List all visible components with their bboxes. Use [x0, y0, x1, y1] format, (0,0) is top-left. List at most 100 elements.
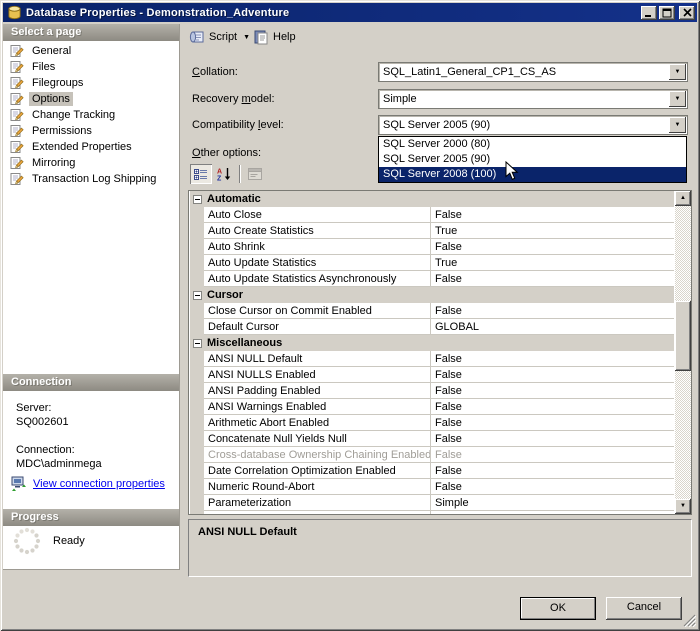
scrollbar-down-button[interactable]: ▼ [675, 499, 691, 514]
grid-row[interactable]: ANSI Padding Enabled False [190, 383, 674, 399]
grid-category-label: Miscellaneous [207, 337, 283, 349]
sidebar-item-permissions[interactable]: Permissions [3, 123, 179, 139]
sidebar-item-extended-properties[interactable]: Extended Properties [3, 139, 179, 155]
grid-property-value[interactable]: False [431, 239, 674, 255]
grid-property-value[interactable]: False [431, 479, 674, 495]
categorized-view-button[interactable] [190, 164, 212, 184]
grid-row[interactable]: Auto Create Statistics True [190, 223, 674, 239]
mouse-cursor-icon [505, 161, 519, 180]
grid-row-gutter [190, 255, 204, 271]
recovery-model-combobox[interactable]: Simple ▼ [378, 89, 688, 109]
sidebar-item-options[interactable]: Options [3, 91, 179, 107]
collapse-icon[interactable] [193, 338, 202, 348]
grid-property-value[interactable]: False [431, 303, 674, 319]
grid-property-value[interactable]: False [431, 271, 674, 287]
view-connection-properties-link[interactable]: View connection properties [33, 478, 165, 490]
grid-property-value[interactable]: False [431, 463, 674, 479]
resize-grip[interactable] [683, 614, 696, 627]
dropdown-option[interactable]: SQL Server 2000 (80) [379, 137, 686, 152]
collation-dropdown-button[interactable]: ▼ [669, 64, 686, 80]
grid-category-label: Automatic [207, 193, 261, 205]
scrollbar-up-button[interactable]: ▲ [675, 191, 691, 206]
grid-row[interactable]: Cross-database Ownership Chaining Enable… [190, 447, 674, 463]
grid-category-row[interactable]: Miscellaneous [190, 335, 674, 351]
compatibility-level-combobox[interactable]: SQL Server 2005 (90) ▼ [378, 115, 688, 135]
ok-button[interactable]: OK [520, 597, 596, 620]
collation-label: Collation: [192, 66, 238, 78]
grid-row-gutter [190, 511, 204, 514]
sidebar-item-files[interactable]: Files [3, 59, 179, 75]
minimize-button[interactable] [641, 5, 657, 20]
grid-property-value[interactable]: False [431, 383, 674, 399]
grid-row[interactable]: Auto Shrink False [190, 239, 674, 255]
grid-row[interactable]: Auto Update Statistics Asynchronously Fal… [190, 271, 674, 287]
property-pages-icon [248, 168, 262, 180]
grid-row[interactable]: Numeric Round-Abort False [190, 479, 674, 495]
grid-row-gutter [190, 479, 204, 495]
grid-row[interactable]: Date Correlation Optimization Enabled Fal… [190, 463, 674, 479]
cancel-button[interactable]: Cancel [606, 597, 682, 620]
grid-row[interactable]: ANSI NULLS Enabled False [190, 367, 674, 383]
close-icon [682, 8, 692, 17]
recovery-model-dropdown-button[interactable]: ▼ [669, 91, 686, 107]
page-icon [10, 125, 24, 137]
grid-property-name: Concatenate Null Yields Null [204, 431, 431, 447]
script-button[interactable]: Script ▼ [184, 26, 255, 48]
chevron-down-icon: ▼ [674, 69, 681, 75]
recovery-model-value: Simple [383, 93, 417, 105]
grid-row[interactable]: Parameterization Simple [190, 495, 674, 511]
grid-row[interactable]: Close Cursor on Commit Enabled False [190, 303, 674, 319]
chevron-down-icon: ▼ [674, 96, 681, 102]
grid-row[interactable]: ANSI NULL Default False [190, 351, 674, 367]
collapse-icon[interactable] [193, 194, 202, 204]
grid-property-value[interactable]: False [431, 511, 674, 514]
grid-property-value[interactable]: False [431, 367, 674, 383]
scrollbar-thumb[interactable] [675, 301, 691, 371]
grid-scrollbar[interactable]: ▲ ▼ [675, 191, 691, 514]
grid-property-name: Auto Update Statistics Asynchronously [204, 271, 431, 287]
titlebar[interactable]: Database Properties - Demonstration_Adve… [3, 3, 697, 22]
grid-property-name: Default Cursor [204, 319, 431, 335]
grid-property-name: Auto Create Statistics [204, 223, 431, 239]
grid-row[interactable]: Concatenate Null Yields Null False [190, 431, 674, 447]
grid-property-value[interactable]: False [431, 447, 674, 463]
grid-row[interactable]: Arithmetic Abort Enabled False [190, 415, 674, 431]
grid-category-row[interactable]: Automatic [190, 191, 674, 207]
close-button[interactable] [679, 5, 695, 20]
grid-property-value[interactable]: False [431, 431, 674, 447]
sidebar-item-general[interactable]: General [3, 43, 179, 59]
dropdown-option[interactable]: SQL Server 2008 (100) [379, 167, 686, 182]
svg-text:Z: Z [217, 176, 222, 182]
help-button[interactable]: Help [248, 26, 301, 48]
sidebar-item-label: General [32, 45, 72, 57]
grid-property-value[interactable]: False [431, 207, 674, 223]
connection-value: MDC\adminmega [16, 458, 102, 470]
grid-property-value[interactable]: False [431, 415, 674, 431]
grid-row[interactable]: Quoted Identifiers EnabledFalse [190, 511, 674, 514]
arrow-up-icon: ▲ [680, 195, 686, 201]
grid-property-value[interactable]: False [431, 399, 674, 415]
select-a-page-header: Select a page [3, 24, 179, 41]
grid-row[interactable]: ANSI Warnings Enabled False [190, 399, 674, 415]
sidebar-item-mirroring[interactable]: Mirroring [3, 155, 179, 171]
grid-property-value[interactable]: Simple [431, 495, 674, 511]
help-icon [254, 30, 268, 45]
grid-category-row[interactable]: Cursor [190, 287, 674, 303]
sidebar-item-change-tracking[interactable]: Change Tracking [3, 107, 179, 123]
sidebar-item-transaction-log-shipping[interactable]: Transaction Log Shipping [3, 171, 179, 187]
grid-property-value[interactable]: GLOBAL [431, 319, 674, 335]
dropdown-option[interactable]: SQL Server 2005 (90) [379, 152, 686, 167]
grid-row[interactable]: Auto Close False [190, 207, 674, 223]
sidebar-item-filegroups[interactable]: Filegroups [3, 75, 179, 91]
grid-row[interactable]: Auto Update Statistics True [190, 255, 674, 271]
grid-property-value[interactable]: True [431, 255, 674, 271]
collation-combobox[interactable]: SQL_Latin1_General_CP1_CS_AS ▼ [378, 62, 688, 82]
maximize-button[interactable] [659, 5, 675, 20]
grid-row[interactable]: Default Cursor GLOBAL [190, 319, 674, 335]
progress-spinner-icon [13, 527, 41, 555]
grid-property-value[interactable]: True [431, 223, 674, 239]
grid-property-value[interactable]: False [431, 351, 674, 367]
alphabetical-sort-button[interactable]: A Z [213, 164, 235, 184]
compatibility-level-dropdown-button[interactable]: ▼ [669, 117, 686, 133]
collapse-icon[interactable] [193, 290, 202, 300]
